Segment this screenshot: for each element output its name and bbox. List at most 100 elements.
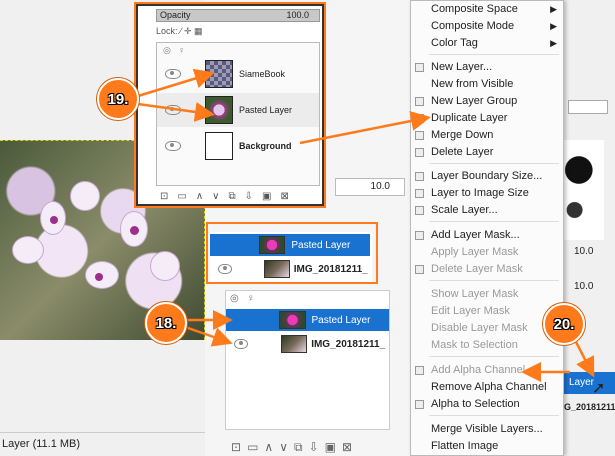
new-layer-icon[interactable]: ⊡ <box>160 191 168 202</box>
lower-icon[interactable]: ∨ <box>279 440 288 454</box>
layer-thumbnail <box>280 335 308 353</box>
menu-merge-down[interactable]: Merge Down <box>411 127 563 144</box>
menu-separator <box>429 415 559 416</box>
orchid-petal <box>150 251 180 281</box>
layer-row-pasted[interactable]: Pasted Layer <box>226 309 389 331</box>
delete-icon[interactable]: ⊠ <box>280 191 288 202</box>
menu-separator <box>429 280 559 281</box>
right-dock: 10.0 10.0 Layer G_20181211_ ➚ <box>560 0 615 456</box>
anchor-icon[interactable]: ⇩ <box>309 440 319 454</box>
raise-icon[interactable]: ∧ <box>264 440 273 454</box>
orchid-lip <box>95 273 103 281</box>
menu-flatten-image[interactable]: Flatten Image <box>411 438 563 455</box>
raise-icon[interactable]: ∧ <box>196 191 203 202</box>
folder-icon <box>415 97 424 106</box>
layer-name: Pasted Layer <box>239 105 293 115</box>
delete-icon <box>415 265 424 274</box>
submenu-arrow-icon: ▶ <box>550 38 557 48</box>
layer-name: IMG_20181211_ <box>311 338 386 350</box>
layer-row-selected[interactable]: Layer <box>564 372 615 394</box>
img-layer-name: G_20181211_ <box>564 402 615 412</box>
lower-icon[interactable]: ∨ <box>212 191 219 202</box>
opacity-label: Opacity <box>160 10 191 20</box>
layer-thumbnail <box>279 311 306 329</box>
orchid-lip <box>130 226 139 235</box>
visibility-eye-icon[interactable] <box>165 69 181 79</box>
layer-name: Pasted Layer <box>311 314 371 326</box>
layer-row-siamebook[interactable]: SiameBook <box>157 57 319 91</box>
layers-toolbar: ⊡ ▭ ∧ ∨ ⧉ ⇩ ▣ ⊠ <box>225 438 395 456</box>
highlight-box <box>206 222 378 284</box>
menu-separator <box>429 163 559 164</box>
layers-list[interactable]: ◎ ♀ Pasted Layer IMG_20181211_ <box>225 290 390 430</box>
menu-composite-space[interactable]: Composite Space ▶ <box>411 1 563 18</box>
menu-new-layer-group[interactable]: New Layer Group <box>411 93 563 110</box>
duplicate-icon[interactable]: ⧉ <box>229 191 236 202</box>
alpha-icon <box>415 366 424 375</box>
layer-thumbnail <box>205 132 233 160</box>
menu-apply-layer-mask: Apply Layer Mask <box>431 246 519 258</box>
layer-thumbnail <box>205 96 233 124</box>
fit-icon <box>415 189 424 198</box>
menu-disable-layer-mask: Disable Layer Mask <box>431 322 528 334</box>
layer-name: SiameBook <box>239 69 286 79</box>
status-text: Layer (11.1 MB) <box>2 438 81 450</box>
menu-layer-boundary-size[interactable]: Layer Boundary Size... <box>411 168 563 185</box>
mouse-cursor-icon: ➚ <box>592 380 606 397</box>
delete-icon[interactable]: ⊠ <box>342 440 352 454</box>
mask-icon[interactable]: ▣ <box>262 191 271 202</box>
new-layer-icon[interactable]: ⊡ <box>231 440 241 454</box>
new-layer-icon <box>415 63 424 72</box>
menu-add-layer-mask[interactable]: Add Layer Mask... <box>411 227 563 244</box>
mode-dropdown[interactable] <box>568 100 608 114</box>
new-group-icon[interactable]: ▭ <box>247 440 258 454</box>
layer-row-background[interactable]: Background <box>157 129 319 163</box>
scale-icon <box>415 206 424 215</box>
layer-context-menu: Composite Space ▶ Composite Mode ▶ Color T… <box>410 0 564 456</box>
menu-separator <box>429 221 559 222</box>
layers-panel-inset: Opacity 100.0 Lock: ∕ ✛ ▦ ◎ ♀ SiameBook … <box>134 2 326 208</box>
menu-composite-mode[interactable]: Composite Mode ▶ <box>411 18 563 35</box>
merge-icon <box>415 131 424 140</box>
mask-icon[interactable]: ▣ <box>325 440 336 454</box>
menu-new-layer[interactable]: New Layer... <box>411 59 563 76</box>
menu-new-from-visible[interactable]: New from Visible <box>411 76 563 93</box>
spacing-field[interactable]: 10.0 <box>335 178 405 196</box>
submenu-arrow-icon: ▶ <box>550 4 557 14</box>
menu-merge-visible-layers[interactable]: Merge Visible Layers... <box>411 421 563 438</box>
step-badge-18: 18. <box>145 302 187 344</box>
new-group-icon[interactable]: ▭ <box>177 191 186 202</box>
layer-row-pasted[interactable]: Pasted Layer <box>157 93 319 127</box>
brush-preview <box>562 140 604 240</box>
menu-duplicate-layer[interactable]: Duplicate Layer <box>411 110 563 127</box>
opacity-slider[interactable]: Opacity 100.0 <box>156 9 320 22</box>
visibility-eye-icon[interactable] <box>234 339 249 349</box>
anchor-icon[interactable]: ⇩ <box>245 191 253 202</box>
menu-add-alpha-channel: Add Alpha Channel <box>411 362 563 379</box>
selection-icon <box>415 400 424 409</box>
layer-row-img[interactable]: IMG_20181211_ <box>226 333 389 355</box>
step-badge-20: 20. <box>543 303 585 345</box>
layer-thumbnail <box>205 60 233 88</box>
visibility-eye-icon[interactable] <box>165 105 181 115</box>
submenu-arrow-icon: ▶ <box>550 21 557 31</box>
duplicate-icon <box>415 114 424 123</box>
menu-remove-alpha-channel[interactable]: Remove Alpha Channel <box>411 379 563 396</box>
opacity-value: 100.0 <box>286 10 309 20</box>
visibility-eye-icon[interactable] <box>165 141 181 151</box>
size-value: 10.0 <box>574 246 594 257</box>
orchid-lip <box>50 216 58 224</box>
duplicate-icon[interactable]: ⧉ <box>294 440 303 455</box>
menu-delete-layer[interactable]: Delete Layer <box>411 144 563 161</box>
menu-separator <box>429 54 559 55</box>
menu-alpha-to-selection[interactable]: Alpha to Selection <box>411 396 563 413</box>
inset-layer-list[interactable]: ◎ ♀ SiameBook Pasted Layer Background <box>156 42 320 186</box>
menu-color-tag[interactable]: Color Tag ▶ <box>411 35 563 52</box>
menu-layer-to-image-size[interactable]: Layer to Image Size <box>411 185 563 202</box>
layer-name: Background <box>239 141 292 151</box>
step-badge-19: 19. <box>97 78 139 120</box>
mask-icon <box>415 231 424 240</box>
orchid-petal <box>12 236 44 264</box>
menu-scale-layer[interactable]: Scale Layer... <box>411 202 563 219</box>
lock-row: Lock: ∕ ✛ ▦ <box>156 26 203 36</box>
